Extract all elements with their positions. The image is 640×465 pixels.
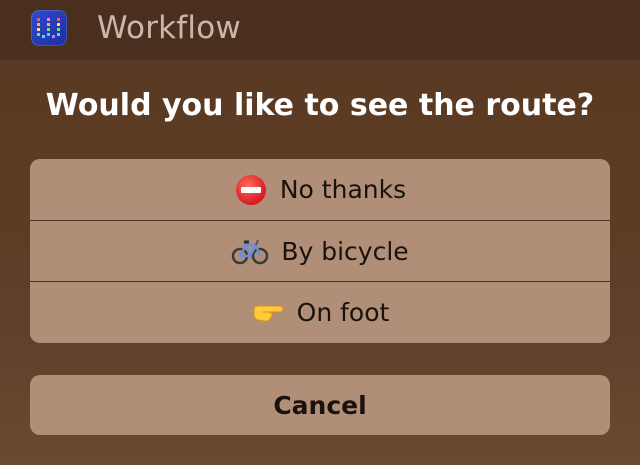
no-thanks-button[interactable]: No thanks: [30, 159, 610, 220]
pointing-hand-icon: [251, 299, 285, 325]
no-entry-icon: [234, 173, 268, 207]
app-title: Workflow: [97, 10, 241, 46]
option-label: No thanks: [279, 175, 407, 204]
workflow-app-icon: [31, 10, 67, 46]
options-group: No thanks By bicycle On foot: [30, 159, 610, 343]
by-bicycle-button[interactable]: By bicycle: [30, 220, 610, 281]
app-header: Workflow: [0, 0, 640, 60]
bicycle-icon: [231, 237, 269, 265]
option-label: On foot: [296, 297, 390, 327]
dialog-question: Would you like to see the route?: [45, 88, 595, 123]
on-foot-button[interactable]: On foot: [30, 281, 610, 342]
cancel-button[interactable]: Cancel: [30, 375, 610, 435]
option-label: By bicycle: [281, 236, 409, 266]
workflow-logo-icon: [37, 18, 60, 38]
